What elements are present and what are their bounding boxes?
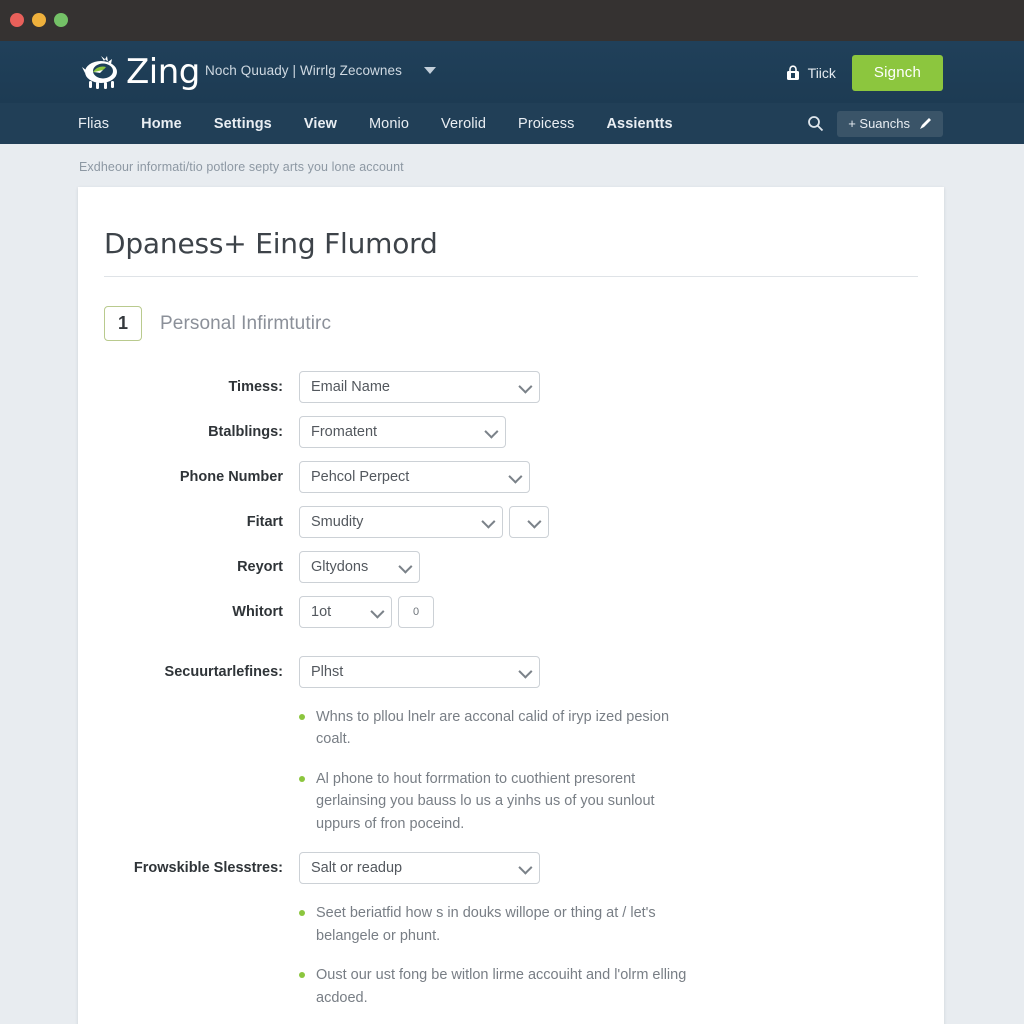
nav-right-actions: + Suanchs — [807, 103, 943, 144]
search-icon[interactable] — [807, 115, 824, 132]
nav-item-flias[interactable]: Flias — [78, 116, 125, 132]
list-item: Oust our ust fong be witlon lirme accoui… — [78, 964, 944, 1009]
field-row-timess: Timess: Email Name — [78, 371, 944, 403]
breadcrumb: Exdheour informati/tio potlore septy art… — [79, 160, 404, 174]
label-btalblings: Btalblings: — [208, 424, 283, 440]
control-reyort: Gltydons — [299, 551, 420, 583]
control-timess: Email Name — [299, 371, 540, 403]
tick-label: Tiick — [807, 65, 836, 81]
window-titlebar — [0, 0, 1024, 41]
label-reyort: Reyort — [237, 559, 283, 575]
signin-button[interactable]: Signch — [851, 55, 943, 91]
step-number: 1 — [104, 306, 142, 341]
control-whitort: 1ot 0 — [299, 596, 434, 628]
field-row-whitort: Whitort 1ot 0 — [78, 596, 944, 628]
field-row-reyort: Reyort Gltydons — [78, 551, 944, 583]
control-btalblings: Fromatent — [299, 416, 506, 448]
lock-icon — [785, 65, 801, 81]
control-fitart: Smudity — [299, 506, 549, 538]
hint-text: Oust our ust fong be witlon lirme accoui… — [316, 967, 687, 1006]
account-switcher[interactable]: Noch Quuady | Wirrlg Zecownes — [205, 63, 436, 78]
label-fitart: Fitart — [246, 514, 283, 530]
hint-text: Whns to pllou lnelr are acconal calid of… — [316, 709, 670, 748]
list-item: Al phone to hout forrmation to cuothient… — [78, 768, 944, 835]
add-suanchs-label: + Suanchs — [848, 115, 910, 131]
bullet-icon — [299, 775, 305, 782]
title-divider — [104, 276, 918, 277]
hint-text: Al phone to hout forrmation to cuothient… — [316, 770, 655, 832]
control-security-guidelines: Plhst — [299, 656, 540, 688]
nav-item-proicess[interactable]: Proicess — [502, 116, 590, 132]
field-row-security-guidelines: Secuurtarlefines: Plhst — [78, 656, 944, 688]
maximize-window-button[interactable] — [54, 13, 68, 27]
page-body: Exdheour informati/tio potlore septy art… — [0, 144, 1024, 1024]
personal-information-form: Timess: Email Name Btalblings: Fromatent… — [78, 371, 944, 1024]
list-item: Seet beriatfid how s in douks willope or… — [78, 902, 944, 947]
select-fitart-secondary[interactable] — [509, 506, 549, 538]
field-row-phone-number: Phone Number Pehcol Perpect — [78, 461, 944, 493]
step-label: Personal Infirmtutirc — [160, 312, 332, 334]
zing-creature-logo-icon — [78, 48, 124, 94]
select-timess[interactable]: Email Name — [299, 371, 540, 403]
app-window: Zing Noch Quuady | Wirrlg Zecownes Tiick… — [0, 0, 1024, 1024]
second-hints-list: Seet beriatfid how s in douks willope or… — [78, 902, 944, 1024]
field-row-frowskible-slesstres: Frowskible Slesstres: Salt or readup — [78, 852, 944, 885]
nav-items: Flias Home Settings View Monio Verolid P… — [78, 103, 689, 144]
select-frowskible-slesstres[interactable]: Salt or readup — [299, 852, 540, 885]
brand-name: Zing — [126, 52, 200, 92]
nav-item-monio[interactable]: Monio — [353, 116, 425, 132]
select-reyort[interactable]: Gltydons — [299, 551, 420, 583]
chevron-down-icon — [423, 67, 436, 74]
tick-link[interactable]: Tiick — [785, 65, 836, 81]
page-title: Dpaness+ Eing Flumord — [104, 227, 438, 260]
brand-logo[interactable]: Zing — [78, 48, 200, 94]
nav-item-view[interactable]: View — [288, 116, 353, 132]
step-header: 1 Personal Infirmtutirc — [104, 306, 944, 341]
nav-item-settings[interactable]: Settings — [198, 116, 288, 132]
field-row-fitart: Fitart Smudity — [78, 506, 944, 538]
select-fitart[interactable]: Smudity — [299, 506, 503, 538]
bullet-icon — [299, 972, 305, 979]
input-whitort-amount[interactable]: 0 — [398, 596, 434, 628]
label-phone-number: Phone Number — [179, 469, 283, 485]
header-actions: Tiick Signch — [785, 55, 943, 91]
form-card: Dpaness+ Eing Flumord 1 Personal Infirmt… — [78, 187, 944, 1024]
edit-pencil-icon — [919, 117, 932, 130]
minimize-window-button[interactable] — [32, 13, 46, 27]
label-whitort: Whitort — [232, 604, 283, 620]
brand-header: Zing Noch Quuady | Wirrlg Zecownes Tiick… — [0, 41, 1024, 103]
select-security-guidelines[interactable]: Plhst — [299, 656, 540, 688]
close-window-button[interactable] — [10, 13, 24, 27]
control-frowskible-slesstres: Salt or readup — [299, 852, 540, 885]
nav-item-verolid[interactable]: Verolid — [425, 116, 502, 132]
control-phone-number: Pehcol Perpect — [299, 461, 530, 493]
main-navbar: Flias Home Settings View Monio Verolid P… — [0, 103, 1024, 144]
label-frowskible-slesstres: Frowskible Slesstres: — [133, 860, 283, 877]
account-switcher-label: Noch Quuady | Wirrlg Zecownes — [205, 63, 402, 78]
select-phone-number[interactable]: Pehcol Perpect — [299, 461, 530, 493]
list-item: Whns to pllou lnelr are acconal calid of… — [78, 706, 944, 751]
hint-text: Seet beriatfid how s in douks willope or… — [316, 905, 656, 944]
traffic-lights — [10, 13, 68, 27]
add-suanchs-button[interactable]: + Suanchs — [837, 110, 943, 137]
bullet-icon — [299, 714, 305, 720]
nav-item-assientts[interactable]: Assientts — [590, 116, 688, 132]
security-hints-list: Whns to pllou lnelr are acconal calid of… — [78, 706, 944, 835]
select-btalblings[interactable]: Fromatent — [299, 416, 506, 448]
field-row-btalblings: Btalblings: Fromatent — [78, 416, 944, 448]
bullet-icon — [299, 910, 305, 917]
label-timess: Timess: — [228, 379, 283, 395]
nav-item-home[interactable]: Home — [125, 116, 198, 132]
select-whitort[interactable]: 1ot — [299, 596, 392, 628]
label-security-guidelines: Secuurtarlefines: — [164, 664, 283, 680]
